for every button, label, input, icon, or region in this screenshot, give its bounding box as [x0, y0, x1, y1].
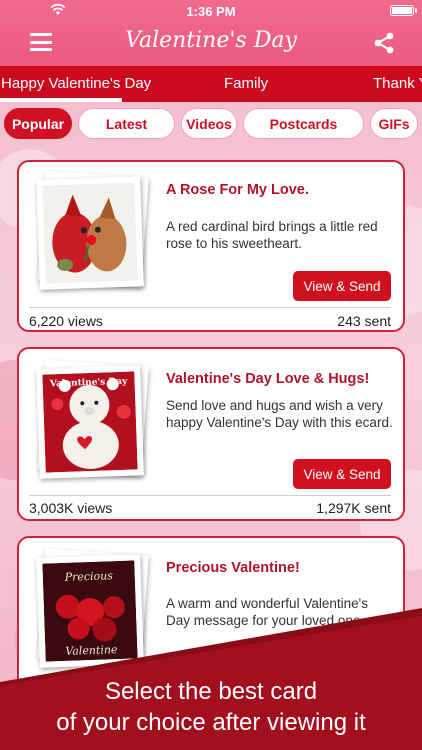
- card-description: Send love and hugs and wish a very happy…: [166, 398, 393, 430]
- card-title[interactable]: Valentine's Day Love & Hugs!: [166, 371, 369, 387]
- sent-count: 1,297K sent: [316, 500, 391, 516]
- banner-line-2: of your choice after viewing it: [56, 709, 366, 736]
- card-love-and-hugs[interactable]: Valentine's Day Valentine's Day Love & H…: [17, 347, 405, 521]
- banner-line-1: Select the best card: [104, 678, 318, 705]
- category-tabs: Happy Valentine's Day Family Thank Y: [0, 66, 422, 102]
- views-count: 3,003K views: [29, 500, 113, 516]
- card-divider: [29, 307, 391, 308]
- share-icon[interactable]: [372, 31, 396, 55]
- sent-count: 243 sent: [337, 313, 391, 329]
- view-send-button[interactable]: View & Send: [293, 271, 391, 301]
- status-bar: 1:36 PM: [0, 0, 422, 22]
- card-divider: [29, 495, 391, 496]
- app-header: 1:36 PM Valentine's Day: [0, 0, 422, 66]
- app-title: Valentine's Day: [125, 28, 297, 53]
- filter-latest[interactable]: Latest: [78, 108, 175, 139]
- card-title[interactable]: Precious Valentine!: [166, 560, 300, 576]
- tab-family[interactable]: Family: [224, 75, 268, 92]
- card-thumbnail[interactable]: Valentine's Day: [36, 365, 144, 479]
- active-tab-indicator: [0, 98, 122, 102]
- card-description: A red cardinal bird brings a little red …: [166, 219, 378, 251]
- cardinal-birds-image: [42, 182, 138, 284]
- filter-postcards[interactable]: Postcards: [243, 108, 364, 139]
- card-thumbnail[interactable]: [36, 176, 144, 290]
- banner-text: Select the best card of your choice afte…: [0, 676, 422, 738]
- battery-icon: [390, 5, 417, 16]
- tab-happy-valentines-day[interactable]: Happy Valentine's Day: [1, 75, 151, 92]
- thumb-caption-top: Precious: [63, 569, 113, 584]
- tab-thank-you[interactable]: Thank Y: [373, 75, 422, 92]
- views-count: 6,220 views: [29, 313, 103, 329]
- card-rose-for-my-love[interactable]: A Rose For My Love. A red cardinal bird …: [17, 160, 405, 332]
- status-time: 1:36 PM: [186, 4, 236, 19]
- teddy-bear-image: Valentine's Day: [42, 371, 138, 473]
- promo-banner: Select the best card of your choice afte…: [0, 600, 422, 750]
- card-title[interactable]: A Rose For My Love.: [166, 182, 309, 198]
- filter-bar: Popular Latest Videos Postcards GIFs: [0, 108, 422, 140]
- view-send-button[interactable]: View & Send: [293, 459, 391, 489]
- filter-popular[interactable]: Popular: [4, 108, 72, 139]
- filter-gifs[interactable]: GIFs: [370, 108, 418, 139]
- filter-videos[interactable]: Videos: [181, 108, 237, 139]
